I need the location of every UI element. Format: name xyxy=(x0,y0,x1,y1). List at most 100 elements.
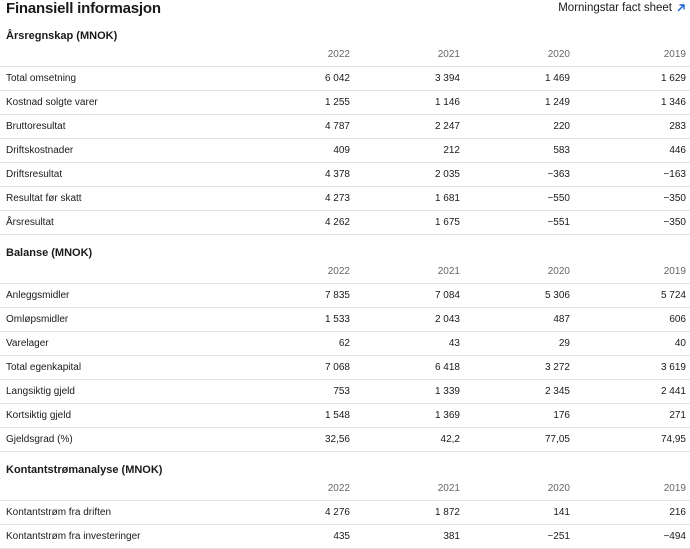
header-blank-cell xyxy=(0,42,244,67)
value-cell: 1 872 xyxy=(354,500,464,525)
row-label: Driftsresultat xyxy=(0,162,244,187)
row-label: Total omsetning xyxy=(0,66,244,91)
value-cell: 1 369 xyxy=(354,403,464,428)
table-row: Anleggsmidler 7 835 7 084 5 306 5 724 xyxy=(0,283,690,308)
table-row: Resultat før skatt 4 273 1 681 −550 −350 xyxy=(0,186,690,211)
value-cell: −163 xyxy=(574,162,690,187)
value-cell: 1 146 xyxy=(354,90,464,115)
year-header: 2022 xyxy=(244,476,354,501)
table-row: Total egenkapital 7 068 6 418 3 272 3 619 xyxy=(0,355,690,380)
value-cell: 62 xyxy=(244,331,354,356)
table-row: Total omsetning 6 042 3 394 1 469 1 629 xyxy=(0,66,690,91)
row-label: Gjeldsgrad (%) xyxy=(0,427,244,452)
row-label: Årsresultat xyxy=(0,210,244,235)
value-cell: 42,2 xyxy=(354,427,464,452)
page-title: Finansiell informasjon xyxy=(6,0,161,17)
table-row: Kontantstrøm fra driften 4 276 1 872 141 216 xyxy=(0,500,690,525)
table-row: Langsiktig gjeld 753 1 339 2 345 2 441 xyxy=(0,379,690,404)
section-title: Balanse (MNOK) xyxy=(6,247,93,259)
value-cell: 2 035 xyxy=(354,162,464,187)
row-label: Omløpsmidler xyxy=(0,307,244,332)
value-cell: 446 xyxy=(574,138,690,163)
table-row: Driftsresultat 4 378 2 035 −363 −163 xyxy=(0,162,690,187)
header-blank-cell xyxy=(0,259,244,284)
value-cell: 29 xyxy=(464,331,574,356)
value-cell: 4 273 xyxy=(244,186,354,211)
header: Finansiell informasjon Morningstar fact … xyxy=(0,0,690,20)
year-header: 2022 xyxy=(244,259,354,284)
value-cell: 381 xyxy=(354,524,464,549)
value-cell: 2 043 xyxy=(354,307,464,332)
row-label: Kortsiktig gjeld xyxy=(0,403,244,428)
year-header: 2019 xyxy=(574,259,690,284)
value-cell: 216 xyxy=(574,500,690,525)
value-cell: 487 xyxy=(464,307,574,332)
arrow-up-right-icon xyxy=(677,4,685,12)
value-cell: 283 xyxy=(574,114,690,139)
row-label: Resultat før skatt xyxy=(0,186,244,211)
value-cell: 1 533 xyxy=(244,307,354,332)
value-cell: −363 xyxy=(464,162,574,187)
value-cell: 1 548 xyxy=(244,403,354,428)
value-cell: −350 xyxy=(574,186,690,211)
morningstar-link-label: Morningstar fact sheet xyxy=(558,2,672,14)
table-header-row: 2022 2021 2020 2019 xyxy=(0,42,690,67)
value-cell: 6 418 xyxy=(354,355,464,380)
row-label: Kontantstrøm fra investeringer xyxy=(0,524,244,549)
financial-table: 2022 2021 2020 2019 Kontantstrøm fra driften… xyxy=(0,476,690,549)
year-header: 2020 xyxy=(464,259,574,284)
value-cell: 176 xyxy=(464,403,574,428)
value-cell: 1 255 xyxy=(244,90,354,115)
value-cell: −550 xyxy=(464,186,574,211)
value-cell: 5 724 xyxy=(574,283,690,308)
row-label: Driftskostnader xyxy=(0,138,244,163)
value-cell: −551 xyxy=(464,210,574,235)
year-header: 2021 xyxy=(354,476,464,501)
value-cell: −350 xyxy=(574,210,690,235)
table-row: Varelager 62 43 29 40 xyxy=(0,331,690,356)
value-cell: 753 xyxy=(244,379,354,404)
value-cell: 212 xyxy=(354,138,464,163)
row-label: Bruttoresultat xyxy=(0,114,244,139)
value-cell: 1 346 xyxy=(574,90,690,115)
value-cell: 1 629 xyxy=(574,66,690,91)
morningstar-fact-sheet-link[interactable]: Morningstar fact sheet xyxy=(558,2,686,14)
value-cell: 1 469 xyxy=(464,66,574,91)
financial-table: 2022 2021 2020 2019 Total omsetning 6 042 3 39… xyxy=(0,42,690,235)
value-cell: 583 xyxy=(464,138,574,163)
value-cell: 3 619 xyxy=(574,355,690,380)
value-cell: 4 262 xyxy=(244,210,354,235)
value-cell: 4 378 xyxy=(244,162,354,187)
value-cell: 3 272 xyxy=(464,355,574,380)
table-row: Årsresultat 4 262 1 675 −551 −350 xyxy=(0,210,690,235)
year-header: 2020 xyxy=(464,42,574,67)
value-cell: 7 835 xyxy=(244,283,354,308)
financial-table: 2022 2021 2020 2019 Anleggsmidler 7 835 7 084 5… xyxy=(0,259,690,452)
value-cell: 409 xyxy=(244,138,354,163)
year-header: 2019 xyxy=(574,42,690,67)
value-cell: −251 xyxy=(464,524,574,549)
value-cell: 7 084 xyxy=(354,283,464,308)
table-row: Omløpsmidler 1 533 2 043 487 606 xyxy=(0,307,690,332)
value-cell: 2 441 xyxy=(574,379,690,404)
table-header-row: 2022 2021 2020 2019 xyxy=(0,259,690,284)
year-header: 2020 xyxy=(464,476,574,501)
value-cell: 220 xyxy=(464,114,574,139)
row-label: Anleggsmidler xyxy=(0,283,244,308)
value-cell: 271 xyxy=(574,403,690,428)
year-header: 2021 xyxy=(354,259,464,284)
value-cell: 435 xyxy=(244,524,354,549)
table-header-row: 2022 2021 2020 2019 xyxy=(0,476,690,501)
value-cell: 6 042 xyxy=(244,66,354,91)
table-row: Bruttoresultat 4 787 2 247 220 283 xyxy=(0,114,690,139)
value-cell: 43 xyxy=(354,331,464,356)
year-header: 2021 xyxy=(354,42,464,67)
table-row: Kontantstrøm fra investeringer 435 381 −251… xyxy=(0,524,690,549)
value-cell: 1 675 xyxy=(354,210,464,235)
value-cell: 74,95 xyxy=(574,427,690,452)
table-row: Kortsiktig gjeld 1 548 1 369 176 271 xyxy=(0,403,690,428)
value-cell: 32,56 xyxy=(244,427,354,452)
value-cell: 4 787 xyxy=(244,114,354,139)
year-header: 2019 xyxy=(574,476,690,501)
header-blank-cell xyxy=(0,476,244,501)
